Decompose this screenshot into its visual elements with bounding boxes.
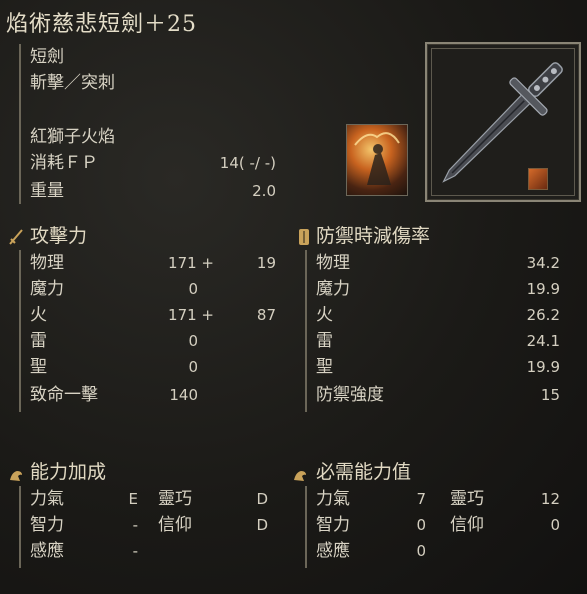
scaling-label: 力氣 [30, 489, 64, 509]
requirement-value: 0 [550, 516, 560, 534]
attack-type: 斬擊／突刺 [30, 73, 115, 93]
attack-bonus: 19 [256, 254, 276, 272]
attack-divider [19, 250, 21, 412]
requirement-label: 感應 [316, 541, 350, 561]
scaling-grade: - [132, 516, 138, 534]
attack-value: 171 + [168, 306, 214, 324]
arm-icon [10, 471, 22, 481]
guard-label: 聖 [316, 357, 333, 377]
scaling-grade: D [256, 516, 268, 534]
guard-value: 34.2 [526, 254, 560, 272]
fp-value: 14( -/ -) [219, 154, 276, 172]
weapon-image-frame [425, 42, 581, 202]
guard-value: 26.2 [526, 306, 560, 324]
attack-label: 聖 [30, 357, 47, 377]
attack-label: 雷 [30, 331, 47, 351]
guard-label: 魔力 [316, 279, 350, 299]
scaling-label: 信仰 [158, 515, 192, 535]
requirement-label: 智力 [316, 515, 350, 535]
weapon-name: 焰術慈悲短劍＋25 [6, 12, 197, 37]
guard-label: 火 [316, 305, 333, 325]
guard-label: 物理 [316, 253, 350, 273]
fp-label: 消耗ＦＰ [30, 153, 98, 173]
requirements-divider [305, 486, 307, 568]
scaling-grade: D [256, 490, 268, 508]
requirement-icon [294, 471, 306, 481]
requirements-header: 必需能力值 [316, 461, 412, 483]
attack-header: 攻擊力 [30, 225, 88, 247]
attack-label: 魔力 [30, 279, 64, 299]
requirement-label: 信仰 [450, 515, 484, 535]
scaling-header: 能力加成 [30, 461, 107, 483]
guard-value: 15 [540, 386, 560, 404]
guard-value: 19.9 [526, 358, 560, 376]
scaling-grade: E [128, 490, 138, 508]
info-divider [19, 44, 21, 204]
shield-icon [299, 229, 309, 245]
skill-name: 紅獅子火焰 [30, 127, 115, 147]
scaling-divider [19, 486, 21, 568]
skill-thumbnail-icon [346, 124, 408, 196]
guard-value: 24.1 [526, 332, 560, 350]
attack-value: 0 [188, 358, 198, 376]
guard-header: 防禦時減傷率 [316, 225, 431, 247]
scaling-label: 靈巧 [158, 489, 192, 509]
attack-value: 0 [188, 280, 198, 298]
attack-label: 物理 [30, 253, 64, 273]
requirement-label: 力氣 [316, 489, 350, 509]
requirement-label: 靈巧 [450, 489, 484, 509]
guard-divider [305, 250, 307, 412]
attack-bonus: 87 [256, 306, 276, 324]
attack-label: 致命一擊 [30, 385, 98, 405]
weight-value: 2.0 [252, 182, 276, 200]
scaling-grade: - [132, 542, 138, 560]
guard-label: 防禦強度 [316, 385, 384, 405]
weapon-type: 短劍 [30, 47, 64, 67]
requirement-value: 12 [540, 490, 560, 508]
affinity-flame-icon [528, 168, 548, 190]
scaling-label: 智力 [30, 515, 64, 535]
scaling-label: 感應 [30, 541, 64, 561]
requirement-value: 0 [416, 542, 426, 560]
requirement-value: 7 [416, 490, 426, 508]
guard-label: 雷 [316, 331, 333, 351]
dagger-icon [442, 62, 563, 183]
weight-label: 重量 [30, 181, 64, 201]
attack-value: 171 + [168, 254, 214, 272]
requirement-value: 0 [416, 516, 426, 534]
attack-label: 火 [30, 305, 47, 325]
sword-icon [9, 229, 23, 245]
guard-value: 19.9 [526, 280, 560, 298]
attack-value: 0 [188, 332, 198, 350]
attack-value: 140 [169, 386, 198, 404]
